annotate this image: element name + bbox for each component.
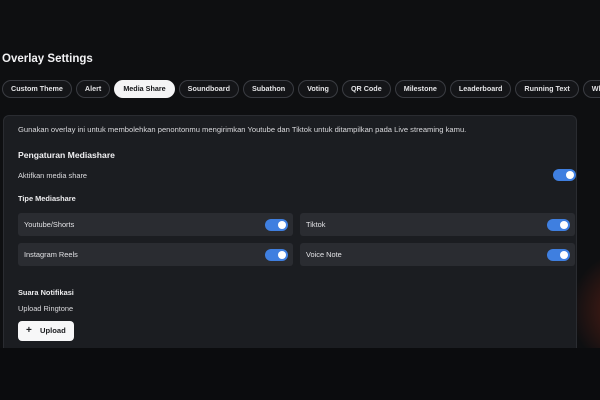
type-label: Voice Note [306,250,342,259]
tab-running-text[interactable]: Running Text [515,80,579,98]
settings-heading: Pengaturan Mediashare [18,150,115,160]
type-card-tiktok: Tiktok [300,213,575,236]
tab-bar: Custom Theme Alert Media Share Soundboar… [2,80,600,98]
voice-note-toggle[interactable] [547,249,570,261]
plus-icon: + [26,325,32,336]
type-card-voice-note: Voice Note [300,243,575,266]
tiktok-toggle[interactable] [547,219,570,231]
upload-button[interactable]: + Upload [18,321,74,341]
tab-subathon[interactable]: Subathon [242,80,295,98]
type-card-instagram-reels: Instagram Reels [18,243,293,266]
tab-soundboard[interactable]: Soundboard [178,80,239,98]
tab-custom-theme[interactable]: Custom Theme [2,80,72,98]
enable-media-share-label: Aktifkan media share [18,171,88,180]
toggle-knob [560,251,568,259]
toggle-knob [278,251,286,259]
upload-ringtone-label: Upload Ringtone [18,304,74,313]
upload-button-label: Upload [40,326,66,335]
type-heading: Tipe Mediashare [18,194,76,203]
enable-media-share-toggle[interactable] [553,169,576,181]
toggle-knob [560,221,568,229]
type-label: Instagram Reels [24,250,78,259]
tab-milestone[interactable]: Milestone [394,80,446,98]
youtube-shorts-toggle[interactable] [265,219,288,231]
tab-wheel[interactable]: Wheel [582,80,600,98]
tab-leaderboard[interactable]: Leaderboard [449,80,512,98]
type-label: Tiktok [306,220,326,229]
type-label: Youtube/Shorts [24,220,75,229]
instagram-reels-toggle[interactable] [265,249,288,261]
tab-media-share[interactable]: Media Share [114,80,175,98]
tab-alert[interactable]: Alert [75,80,111,98]
type-card-youtube-shorts: Youtube/Shorts [18,213,293,236]
tab-qr-code[interactable]: QR Code [341,80,391,98]
notification-sound-heading: Suara Notifikasi [18,288,74,297]
toggle-knob [566,171,574,179]
bottom-band [0,348,600,400]
panel-description: Gunakan overlay ini untuk membolehkan pe… [18,125,467,134]
page-title: Overlay Settings [2,53,93,65]
toggle-knob [278,221,286,229]
media-share-panel: Gunakan overlay ini untuk membolehkan pe… [3,115,577,357]
tab-voting[interactable]: Voting [298,80,338,98]
